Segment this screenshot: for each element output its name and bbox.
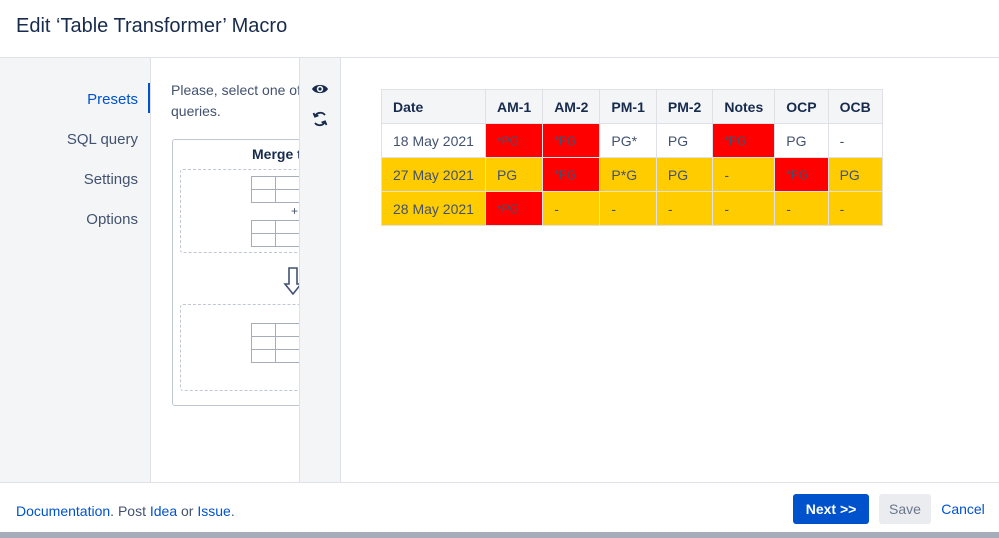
table-header-row: Date AM-1 AM-2 PM-1 PM-2 Notes OCP OCB (381, 89, 883, 124)
table-body: 18 May 2021 *PG *PG PG* PG *PG PG -27 May 2021 P… (381, 123, 883, 226)
table-cell: PG* (599, 123, 657, 158)
idea-link[interactable]: Idea (150, 503, 177, 519)
presets-intro: Please, select one of queries. (171, 80, 299, 122)
preset-card-merge[interactable]: Merge t + (172, 139, 299, 406)
issue-link[interactable]: Issue (197, 503, 230, 519)
next-button[interactable]: Next >> (793, 494, 869, 524)
table-row: 27 May 2021 PG *PG P*G PG - *PG PG (381, 157, 883, 192)
active-tab-indicator (148, 83, 150, 113)
table-row: 18 May 2021 *PG *PG PG* PG *PG PG - (381, 123, 883, 158)
preview-table: Date AM-1 AM-2 PM-1 PM-2 Notes OCP OCB 18 May 2… (381, 89, 883, 226)
table-row: 28 May 2021 *PG - - - - - - (381, 191, 883, 226)
column-header: PM-1 (599, 89, 657, 124)
table-cell: *PG (542, 157, 601, 192)
save-button[interactable]: Save (879, 494, 931, 524)
cancel-button[interactable]: Cancel (938, 494, 988, 524)
mini-table-icon (251, 220, 299, 247)
table-cell: 27 May 2021 (381, 157, 486, 192)
table-cell: *PG (774, 157, 829, 192)
table-cell: PG (655, 123, 714, 158)
preset-card-title: Merge t (252, 146, 299, 162)
table-preview: Date AM-1 AM-2 PM-1 PM-2 Notes OCP OCB 18 May 2… (342, 58, 999, 482)
presets-intro-line2: queries. (171, 103, 221, 119)
sidebar-item-options[interactable]: Options (86, 211, 138, 228)
table-cell: P*G (599, 157, 657, 192)
table-cell: 28 May 2021 (381, 191, 486, 226)
mini-table-icon (251, 323, 299, 363)
table-cell: - (542, 191, 601, 226)
table-cell: PG (655, 157, 714, 192)
column-header: OCB (827, 89, 883, 124)
mini-table-icon (251, 176, 299, 203)
footer-links: Documentation. Post Idea or Issue. (16, 503, 235, 519)
table-cell: - (827, 123, 883, 158)
table-cell: *PG (484, 191, 544, 226)
refresh-icon[interactable] (311, 110, 329, 128)
column-header: Date (381, 89, 486, 124)
column-header: OCP (774, 89, 829, 124)
preset-input-tables: + (180, 169, 299, 253)
sidebar-item-sql-query[interactable]: SQL query (67, 131, 138, 148)
column-header: AM-2 (542, 89, 601, 124)
table-cell: *PG (712, 123, 776, 158)
down-arrow-icon (283, 267, 299, 296)
table-cell: *PG (484, 123, 544, 158)
footer-sep: . (230, 503, 235, 519)
sidebar-item-presets[interactable]: Presets (87, 91, 138, 108)
table-cell: PG (827, 157, 883, 192)
dialog-title: Edit ‘Table Transformer’ Macro (16, 15, 288, 37)
table-cell: - (774, 191, 829, 226)
table-cell: - (655, 191, 714, 226)
table-cell: *PG (542, 123, 601, 158)
preview-toolstrip (299, 58, 341, 482)
column-header: Notes (712, 89, 776, 124)
sidebar-item-settings[interactable]: Settings (84, 171, 138, 188)
table-cell: - (712, 157, 776, 192)
sidebar-nav: Presets SQL query Settings Options (0, 58, 151, 482)
table-cell: - (827, 191, 883, 226)
table-cell: PG (484, 157, 544, 192)
presets-panel: Please, select one of queries. Merge t + (151, 58, 299, 482)
documentation-link[interactable]: Documentation (16, 503, 110, 519)
window-bottom-edge (0, 532, 999, 538)
table-cell: 18 May 2021 (381, 123, 486, 158)
column-header: AM-1 (484, 89, 544, 124)
dialog-header: Edit ‘Table Transformer’ Macro (0, 0, 999, 58)
preset-output-table (180, 304, 299, 391)
plus-icon: + (291, 204, 299, 218)
table-cell: - (712, 191, 776, 226)
table-cell: PG (774, 123, 829, 158)
footer-sep: . Post (110, 503, 150, 519)
footer-sep: or (177, 503, 198, 519)
table-cell: - (599, 191, 657, 226)
column-header: PM-2 (655, 89, 714, 124)
eye-icon[interactable] (311, 80, 329, 98)
presets-intro-line1: Please, select one of (171, 82, 299, 98)
dialog-footer: Documentation. Post Idea or Issue. Next … (0, 482, 999, 532)
